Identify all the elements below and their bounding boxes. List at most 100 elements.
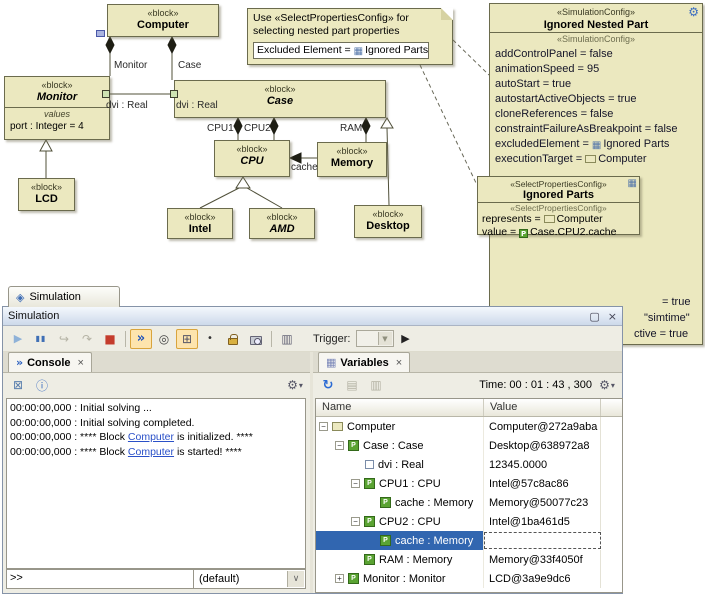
table-row-selected[interactable]: Pcache : Memory bbox=[316, 531, 622, 550]
close-console-tab-icon[interactable]: × bbox=[78, 357, 84, 369]
block-lcd[interactable]: «block» LCD bbox=[18, 178, 75, 211]
block-desktop[interactable]: «block» Desktop bbox=[354, 205, 422, 238]
simconfig-property[interactable]: addControlPanel = false bbox=[495, 47, 702, 62]
console-language-select[interactable]: (default) ∨ bbox=[194, 569, 306, 589]
close-icon[interactable]: × bbox=[608, 310, 617, 323]
toolbar-separator bbox=[271, 331, 272, 347]
trigger-select[interactable]: ▼ bbox=[356, 330, 394, 347]
collapse-icon[interactable]: − bbox=[319, 422, 328, 431]
comment-note[interactable]: Use «SelectPropertiesConfig» for selecti… bbox=[247, 8, 453, 65]
run-trigger-button[interactable]: ▶ bbox=[395, 329, 417, 349]
snapshot-button[interactable] bbox=[245, 329, 267, 349]
resume-button[interactable]: ▶ bbox=[7, 329, 29, 349]
close-variables-tab-icon[interactable]: × bbox=[396, 357, 402, 369]
table-row[interactable]: PRAM : Memory Memory@33f4050f bbox=[316, 550, 622, 569]
breakpoint-button[interactable]: • bbox=[199, 329, 221, 349]
table-row[interactable]: Pcache : Memory Memory@50077c23 bbox=[316, 493, 622, 512]
block-case[interactable]: «block» Case bbox=[174, 80, 386, 118]
computer-link[interactable]: Computer bbox=[128, 446, 174, 458]
block-monitor[interactable]: «block» Monitor values port : Integer = … bbox=[4, 76, 110, 140]
generalization-intel-cpu[interactable] bbox=[200, 188, 239, 208]
computer-link[interactable]: Computer bbox=[128, 431, 174, 443]
generalization-amd-cpu[interactable] bbox=[247, 188, 282, 208]
terminate-icon: ■ bbox=[104, 332, 115, 346]
simconfig-property[interactable]: constraintFailureAsBreakpoint = false bbox=[495, 122, 702, 137]
refresh-button[interactable]: ↻ bbox=[317, 375, 339, 395]
table-row[interactable]: −PCase : Case Desktop@638972a8 bbox=[316, 436, 622, 455]
note-anchor-to-selectconfig[interactable] bbox=[420, 65, 477, 185]
composition-computer-case[interactable] bbox=[168, 37, 176, 80]
expand-icon[interactable]: + bbox=[335, 574, 344, 583]
resume-icon: ▶ bbox=[14, 332, 22, 345]
simconfig-property[interactable]: autostartActiveObjects = true bbox=[495, 92, 702, 107]
gear-icon: ⚙ bbox=[599, 378, 610, 392]
block-icon bbox=[332, 422, 343, 431]
animation-speed-button[interactable]: » bbox=[130, 329, 152, 349]
block-name: Desktop bbox=[355, 220, 421, 233]
column-value[interactable]: Value bbox=[484, 399, 601, 416]
generalization-lcd-monitor[interactable] bbox=[40, 140, 52, 178]
dropdown-arrow-icon[interactable]: ∨ bbox=[287, 571, 304, 587]
block-cpu[interactable]: «block» CPU bbox=[214, 140, 290, 177]
excluded-element-value: Ignored Parts bbox=[365, 44, 428, 56]
note-fold-corner bbox=[441, 8, 453, 20]
console-options-button[interactable]: ⚙▾ bbox=[284, 375, 306, 395]
show-held-tokens-button[interactable]: ⊞ bbox=[176, 329, 198, 349]
console-log[interactable]: 00:00:00,000 : Initial solving ... 00:00… bbox=[6, 398, 306, 569]
table-header[interactable]: Name Value bbox=[316, 399, 622, 417]
block-memory[interactable]: «block» Memory bbox=[317, 142, 387, 177]
export-results-button[interactable]: ▥ bbox=[276, 329, 298, 349]
simconfig-property-target[interactable]: executionTarget = Computer bbox=[495, 152, 702, 167]
selectconfig-represents[interactable]: represents = Computer bbox=[482, 213, 639, 226]
clear-console-button[interactable]: ⊠ bbox=[7, 375, 29, 395]
auto-open-diagram-button[interactable]: ◎ bbox=[153, 329, 175, 349]
terminate-button[interactable]: ■ bbox=[99, 329, 121, 349]
composition-case-ram[interactable] bbox=[362, 118, 370, 142]
select-properties-config-box[interactable]: ▦ «SelectPropertiesConfig» Ignored Parts… bbox=[477, 176, 640, 235]
window-titlebar[interactable]: Simulation ▢ × bbox=[3, 307, 622, 326]
save-all-button[interactable]: ▥ bbox=[365, 375, 387, 395]
collapse-icon[interactable]: − bbox=[351, 479, 360, 488]
selectconfig-value[interactable]: value = PCase.CPU2.cache bbox=[482, 226, 639, 239]
table-row[interactable]: −PCPU2 : CPU Intel@1ba461d5 bbox=[316, 512, 622, 531]
collapse-icon[interactable]: − bbox=[335, 441, 344, 450]
table-row[interactable]: +PMonitor : Monitor LCD@3a9e9dc6 bbox=[316, 569, 622, 588]
simulation-diagram-icon: ◈ bbox=[16, 291, 24, 304]
lock-button[interactable] bbox=[222, 329, 244, 349]
composition-case-cpu1[interactable] bbox=[234, 118, 242, 140]
simconfig-property[interactable]: autoStart = true bbox=[495, 77, 702, 92]
camera-icon bbox=[250, 336, 262, 345]
tab-simulation[interactable]: ◈ Simulation bbox=[8, 286, 120, 307]
table-row[interactable]: −Computer Computer@272a9aba bbox=[316, 417, 622, 436]
restore-icon[interactable]: ▢ bbox=[589, 310, 599, 323]
simconfig-property[interactable]: animationSpeed = 95 bbox=[495, 62, 702, 77]
column-name[interactable]: Name bbox=[316, 399, 484, 416]
table-row[interactable]: −PCPU1 : CPU Intel@57c8ac86 bbox=[316, 474, 622, 493]
block-intel[interactable]: «block» Intel bbox=[167, 208, 233, 239]
port-dvi-case[interactable] bbox=[170, 90, 178, 98]
console-input[interactable]: >> bbox=[6, 569, 194, 589]
pause-button[interactable]: ▮▮ bbox=[30, 329, 52, 349]
note-anchor-to-simconfig[interactable] bbox=[453, 40, 489, 75]
block-computer[interactable]: «block» Computer bbox=[107, 4, 219, 37]
simconfig-property-excluded[interactable]: excludedElement = ▦Ignored Parts bbox=[495, 137, 702, 152]
port-dvi-monitor[interactable] bbox=[102, 90, 110, 98]
role-label-cpu2: CPU2 bbox=[244, 123, 271, 134]
block-amd[interactable]: «block» AMD bbox=[249, 208, 315, 239]
simconfig-property[interactable]: cloneReferences = false bbox=[495, 107, 702, 122]
table-row[interactable]: dvi : Real 12345.0000 bbox=[316, 455, 622, 474]
composition-computer-monitor[interactable] bbox=[106, 37, 114, 76]
doc-tab-label: Simulation bbox=[29, 291, 80, 303]
step-over-button[interactable]: ↷ bbox=[76, 329, 98, 349]
excluded-element-compartment[interactable]: Excluded Element = ▦Ignored Parts bbox=[253, 42, 429, 59]
composition-case-cpu2[interactable] bbox=[270, 118, 278, 140]
value-editor[interactable] bbox=[484, 532, 601, 549]
tab-variables[interactable]: ▦ Variables × bbox=[318, 352, 410, 372]
value-property[interactable]: port : Integer = 4 bbox=[5, 120, 109, 133]
tab-console[interactable]: » Console × bbox=[8, 352, 92, 372]
step-into-button[interactable]: ↪ bbox=[53, 329, 75, 349]
save-button[interactable]: ▤ bbox=[341, 375, 363, 395]
variables-options-button[interactable]: ⚙▾ bbox=[596, 375, 618, 395]
info-button[interactable]: ⓘ bbox=[31, 375, 53, 395]
collapse-icon[interactable]: − bbox=[351, 517, 360, 526]
